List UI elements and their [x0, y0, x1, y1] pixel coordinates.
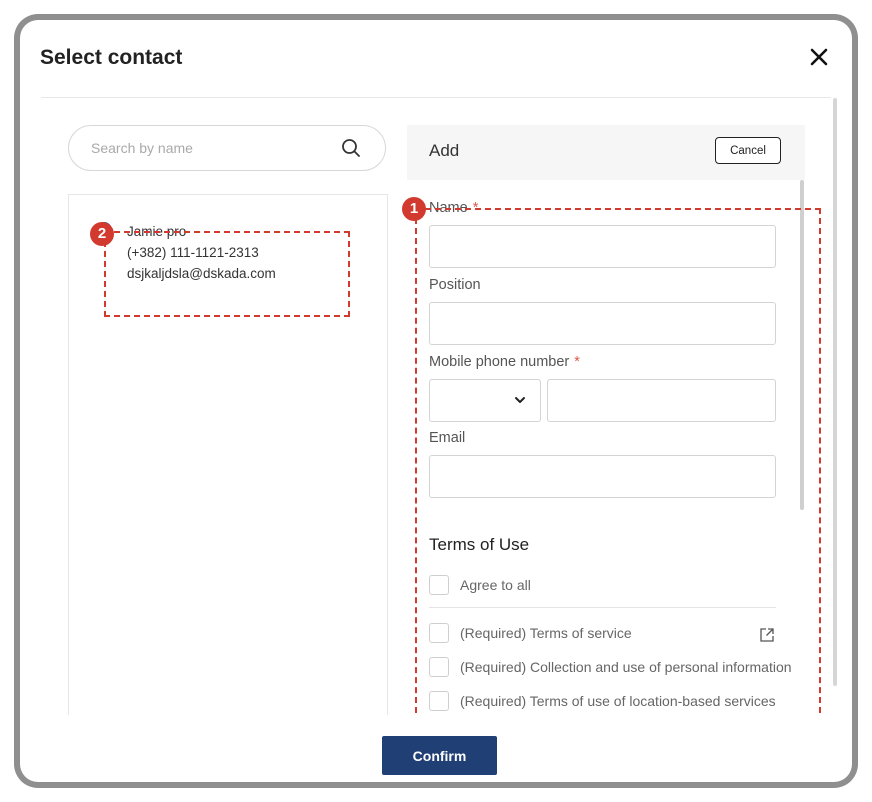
add-panel-title: Add: [429, 141, 460, 160]
search-icon[interactable]: [340, 137, 362, 159]
confirm-button[interactable]: Confirm: [382, 736, 497, 775]
annotation-box-2: [104, 231, 350, 317]
select-contact-dialog: Select contact Jamie pro (+382) 111-1121…: [20, 20, 852, 782]
annotation-box-1: [415, 208, 821, 715]
dialog-body: Jamie pro (+382) 111-1121-2313 dsjkaljds…: [41, 97, 831, 715]
annotation-badge-1: 1: [402, 197, 426, 221]
annotation-badge-2: 2: [90, 222, 114, 246]
search-box: [68, 125, 386, 171]
close-icon[interactable]: [806, 44, 832, 70]
cancel-button[interactable]: Cancel: [715, 137, 781, 164]
search-input[interactable]: [89, 137, 333, 159]
dialog-title: Select contact: [40, 46, 183, 69]
dialog-scrollbar[interactable]: [833, 98, 837, 686]
